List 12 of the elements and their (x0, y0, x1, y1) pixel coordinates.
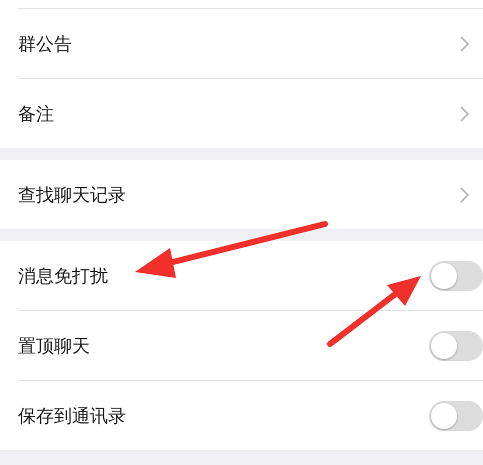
setting-label: 查找聊天记录 (18, 184, 126, 206)
chevron-icon (460, 106, 469, 122)
chevron-icon (460, 36, 469, 52)
toggle-switch[interactable] (429, 260, 483, 290)
chevron-icon (460, 186, 469, 202)
setting-label: 备注 (18, 102, 54, 126)
setting-label: 消息免打扰 (18, 264, 108, 288)
toggle-switch[interactable] (429, 400, 483, 430)
setting-label: 群公告 (18, 32, 72, 56)
toggle-switch[interactable] (429, 330, 483, 360)
setting-label: 保存到通讯录 (18, 404, 126, 428)
setting-label: 置顶聊天 (18, 334, 90, 358)
